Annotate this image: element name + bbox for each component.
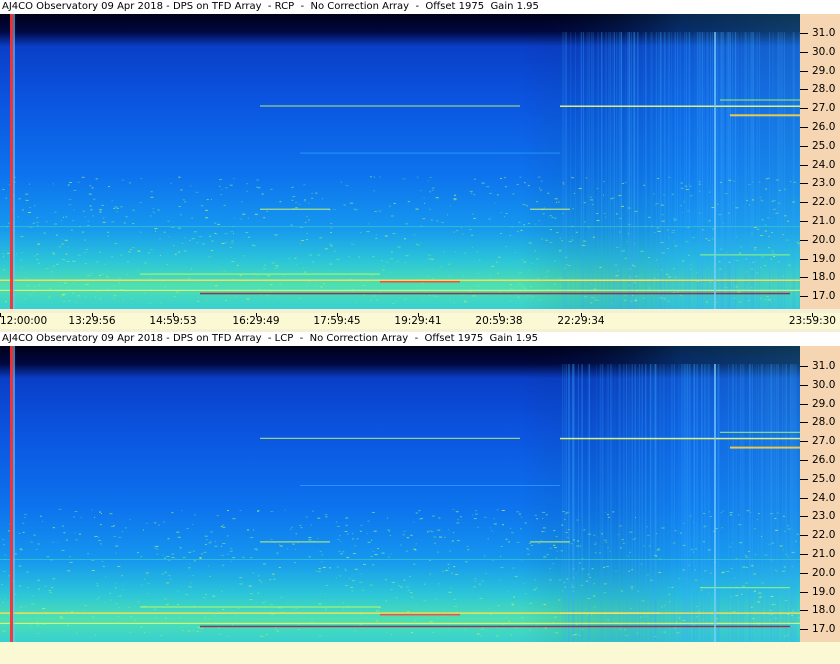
time-label: 23:59:30 — [788, 315, 836, 327]
lcp-freq-tick — [800, 403, 808, 405]
lcp-frequency-axis: 31.0 30.0 29.0 28.0 27.0 26.0 25.0 24.0 23.0 22.0… — [800, 346, 840, 642]
lcp-spectrogram-shade — [0, 346, 800, 642]
rcp-freq-label: 17.0 — [812, 290, 836, 303]
lcp-freq-label: 31.0 — [812, 360, 836, 372]
lcp-freq-tick — [800, 572, 808, 574]
rcp-freq-label: 25.0 — [812, 139, 836, 152]
lcp-freq-label: 26.0 — [812, 454, 836, 466]
rcp-freq-label: 20.0 — [812, 233, 836, 246]
lcp-freq-tick — [800, 535, 808, 537]
rcp-freq-tick — [800, 89, 808, 91]
rcp-freq-label: 18.0 — [812, 271, 836, 284]
lcp-freq-tick — [800, 610, 808, 612]
rcp-rfi-line — [10, 14, 13, 309]
lcp-freq-label: 25.0 — [812, 472, 836, 485]
lcp-freq-label: 17.0 — [812, 623, 836, 636]
lcp-freq-label: 23.0 — [812, 510, 836, 523]
time-label: 20:59:38 — [475, 315, 523, 327]
rcp-freq-tick — [800, 70, 808, 72]
lcp-rfi-line — [10, 346, 13, 642]
rcp-freq-label: 29.0 — [812, 64, 836, 77]
rcp-freq-label: 30.0 — [812, 45, 836, 58]
time-label: 13:29:56 — [68, 315, 116, 327]
rcp-freq-tick — [800, 33, 808, 34]
lcp-freq-tick — [800, 366, 808, 367]
lcp-freq-label: 24.0 — [812, 491, 836, 504]
lcp-freq-label: 22.0 — [812, 529, 836, 542]
lcp-freq-tick — [800, 478, 808, 480]
time-axis: 12:00:00 13:29:56 14:59:53 16:29:49 17:59:45… — [0, 313, 840, 329]
rcp-freq-label: 28.0 — [812, 83, 836, 96]
rcp-vertical-line — [714, 32, 716, 309]
rcp-freq-tick — [800, 164, 808, 166]
time-label: 12:00:00 — [0, 315, 48, 327]
lcp-freq-tick — [800, 441, 808, 443]
rcp-freq-tick — [800, 127, 808, 128]
rcp-freq-label: 19.0 — [812, 252, 836, 265]
rcp-freq-tick — [800, 277, 808, 279]
rcp-freq-label: 27.0 — [812, 102, 836, 115]
rcp-freq-label: 23.0 — [812, 177, 836, 190]
lcp-freq-tick — [800, 629, 808, 631]
rcp-freq-tick — [800, 221, 808, 222]
lcp-freq-tick — [800, 554, 808, 555]
rcp-freq-tick — [800, 108, 808, 110]
rcp-freq-label: 21.0 — [812, 215, 836, 227]
lcp-vertical-line — [714, 364, 716, 642]
lcp-freq-label: 28.0 — [812, 416, 836, 429]
lcp-spectrogram[interactable] — [0, 346, 800, 642]
rcp-freq-tick — [800, 296, 808, 298]
rcp-freq-tick — [800, 258, 808, 260]
lcp-freq-label: 30.0 — [812, 378, 836, 391]
lcp-freq-tick — [800, 591, 808, 593]
rcp-freq-label: 26.0 — [812, 121, 836, 133]
time-label: 22:29:34 — [557, 315, 605, 327]
rcp-panel-title: AJ4CO Observatory 09 Apr 2018 - DPS on T… — [0, 0, 840, 14]
rcp-freq-label: 31.0 — [812, 27, 836, 39]
rcp-freq-tick — [800, 145, 808, 147]
lcp-freq-label: 27.0 — [812, 435, 836, 448]
lcp-freq-tick — [800, 497, 808, 499]
rcp-freq-label: 22.0 — [812, 196, 836, 209]
rcp-freq-tick — [800, 51, 808, 53]
lcp-freq-tick — [800, 384, 808, 386]
bottom-margin — [0, 642, 840, 664]
lcp-freq-tick — [800, 516, 808, 518]
rcp-freq-tick — [800, 239, 808, 241]
lcp-panel-title: AJ4CO Observatory 09 Apr 2018 - DPS on T… — [0, 332, 840, 346]
rcp-freq-label: 24.0 — [812, 158, 836, 171]
lcp-freq-label: 19.0 — [812, 585, 836, 598]
lcp-freq-tick — [800, 460, 808, 461]
rcp-freq-tick — [800, 183, 808, 185]
lcp-freq-label: 29.0 — [812, 397, 836, 410]
rcp-freq-tick — [800, 202, 808, 204]
time-label: 14:59:53 — [149, 315, 197, 327]
time-label: 17:59:45 — [313, 315, 361, 327]
rcp-frequency-axis: 31.0 30.0 29.0 28.0 27.0 26.0 25.0 24.0 23.0 22.0… — [800, 14, 840, 309]
lcp-freq-label: 20.0 — [812, 566, 836, 579]
time-label: 16:29:49 — [232, 315, 280, 327]
lcp-freq-tick — [800, 422, 808, 424]
lcp-freq-label: 21.0 — [812, 548, 836, 560]
time-label: 19:29:41 — [394, 315, 442, 327]
rcp-spectrogram[interactable] — [0, 14, 800, 309]
lcp-freq-label: 18.0 — [812, 604, 836, 617]
